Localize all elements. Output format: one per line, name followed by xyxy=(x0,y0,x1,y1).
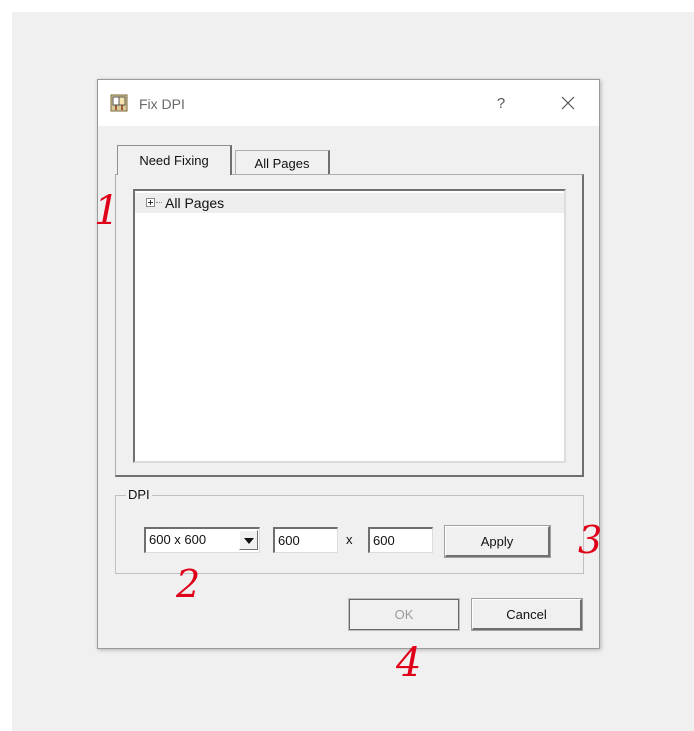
fix-dpi-dialog: Fix DPI ? Need Fixing All Pages All Page… xyxy=(97,79,600,649)
annotation-2: 2 xyxy=(176,562,201,606)
dpi-width-input[interactable] xyxy=(273,527,338,553)
ok-button[interactable]: OK xyxy=(348,598,460,631)
app-icon xyxy=(110,94,128,112)
expand-icon[interactable] xyxy=(146,198,155,207)
annotation-4: 4 xyxy=(396,640,422,686)
close-button[interactable] xyxy=(546,88,590,118)
dpi-group-label: DPI xyxy=(126,487,152,502)
tree-item-label: All Pages xyxy=(165,195,225,211)
tab-all-pages[interactable]: All Pages xyxy=(235,150,330,175)
help-button[interactable]: ? xyxy=(483,88,519,118)
tree-connector xyxy=(156,202,162,203)
window-title: Fix DPI xyxy=(139,96,185,112)
tab-need-fixing[interactable]: Need Fixing xyxy=(117,145,232,175)
dpi-preset-value: 600 x 600 xyxy=(149,532,207,547)
apply-button[interactable]: Apply xyxy=(444,525,551,558)
annotation-3: 3 xyxy=(578,518,603,562)
chevron-down-icon[interactable] xyxy=(239,530,258,550)
tree-item[interactable]: All Pages xyxy=(135,193,564,213)
dpi-preset-select[interactable]: 600 x 600 xyxy=(144,527,260,553)
close-icon xyxy=(561,96,575,110)
pages-tree[interactable]: All Pages xyxy=(133,189,566,463)
annotation-1: 1 xyxy=(94,188,120,234)
cancel-button[interactable]: Cancel xyxy=(471,598,583,631)
tab-panel: All Pages xyxy=(115,174,584,477)
dpi-height-input[interactable] xyxy=(368,527,433,553)
title-bar[interactable]: Fix DPI ? xyxy=(98,80,599,126)
dpi-separator: x xyxy=(346,532,353,547)
